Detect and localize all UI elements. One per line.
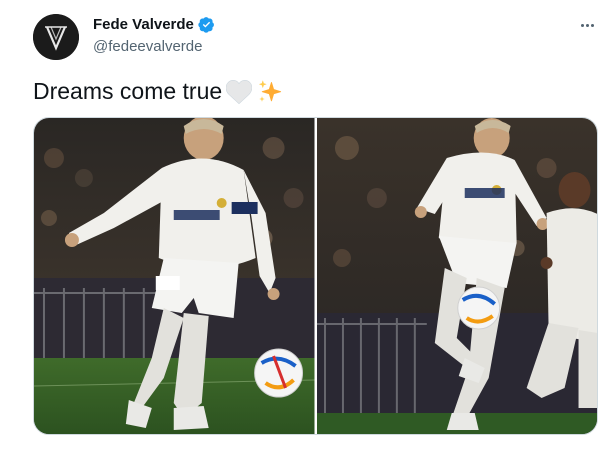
white-heart-icon: [226, 79, 253, 104]
photo-player-ball-control-icon: [316, 118, 597, 434]
tweet-card[interactable]: Fede Valverde @fedeevalverde Dreams come…: [0, 0, 614, 453]
verified-badge-icon: [198, 17, 214, 33]
author-name-row[interactable]: Fede Valverde: [93, 16, 215, 33]
tweet-text-content: Dreams come true: [33, 78, 223, 104]
photo-player-dribbling-icon: [34, 118, 315, 434]
more-options-button[interactable]: [576, 14, 598, 36]
photo-left[interactable]: [34, 118, 315, 434]
more-dot-icon: [580, 23, 584, 27]
author-avatar[interactable]: [33, 14, 79, 60]
sparkles-icon: [259, 80, 282, 101]
more-dot-icon: [585, 23, 589, 27]
author-display-name[interactable]: Fede Valverde: [93, 16, 194, 33]
tweet-media: [33, 117, 598, 435]
author-handle[interactable]: @fedeevalverde: [93, 38, 202, 55]
avatar-v-logo-icon: [33, 14, 79, 60]
tweet-text: Dreams come true: [33, 78, 282, 105]
more-dot-icon: [590, 23, 594, 27]
photo-right[interactable]: [316, 118, 597, 434]
